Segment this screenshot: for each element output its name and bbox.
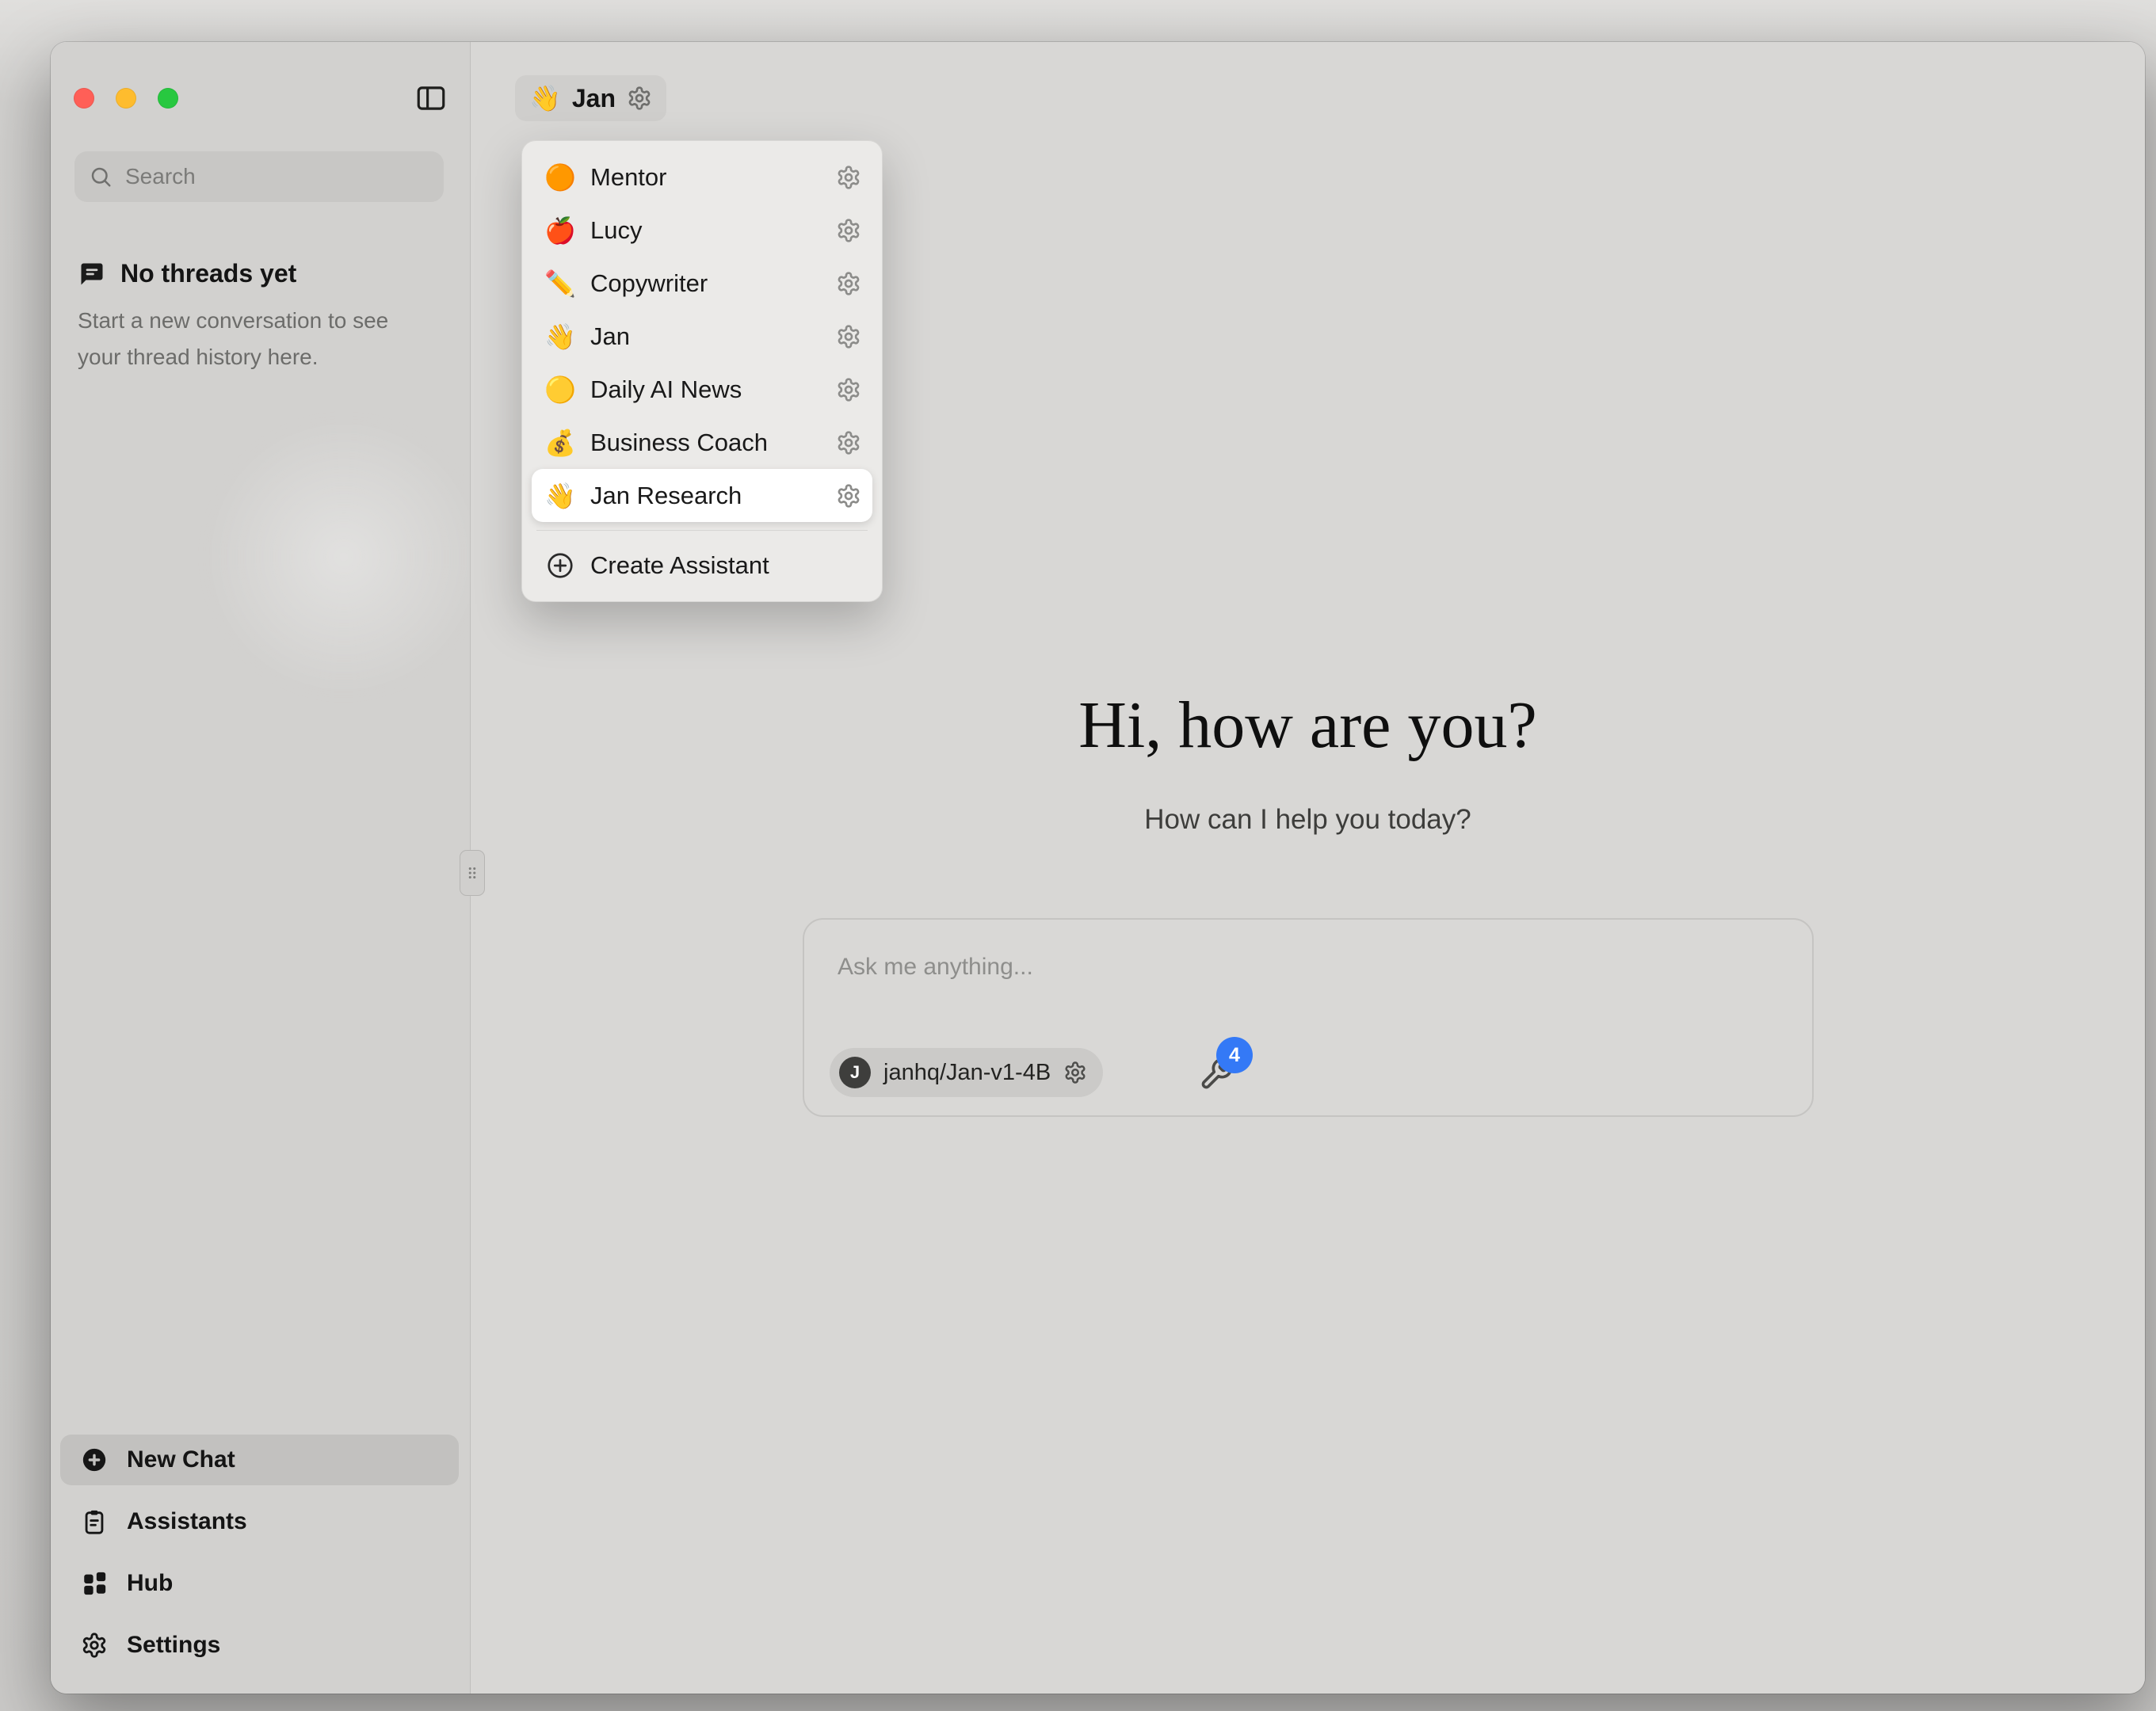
hub-grid-icon bbox=[81, 1570, 108, 1597]
menu-divider bbox=[536, 530, 868, 531]
menu-item-label: Jan bbox=[590, 322, 823, 351]
tools-count-badge: 4 bbox=[1216, 1037, 1253, 1073]
assistant-emoji: 👋 bbox=[543, 483, 578, 509]
menu-item-label: Copywriter bbox=[590, 269, 823, 298]
assistant-dropdown-menu: 🟠 Mentor 🍎 Lucy ✏️ Copywriter 👋 Jan bbox=[521, 140, 883, 602]
sidebar-bottom-nav: New Chat Assistants Hub Settings bbox=[60, 1435, 459, 1671]
desktop-background: No threads yet Start a new conversation … bbox=[0, 0, 2156, 1711]
sidebar: No threads yet Start a new conversation … bbox=[51, 42, 471, 1694]
chat-composer: J janhq/Jan-v1-4B 4 bbox=[803, 918, 1814, 1117]
sidebar-toggle-icon[interactable] bbox=[414, 82, 448, 115]
assistant-emoji: 🟡 bbox=[543, 377, 578, 402]
menu-item-mentor[interactable]: 🟠 Mentor bbox=[532, 151, 872, 204]
chat-input[interactable] bbox=[836, 953, 1750, 981]
nav-label: Hub bbox=[127, 1570, 173, 1597]
assistant-selector[interactable]: 👋 Jan bbox=[515, 75, 666, 121]
menu-item-label: Lucy bbox=[590, 216, 823, 245]
window-controls bbox=[74, 88, 178, 109]
greeting-subtitle: How can I help you today? bbox=[471, 804, 2145, 836]
menu-item-jan[interactable]: 👋 Jan bbox=[532, 310, 872, 363]
gear-icon[interactable] bbox=[627, 86, 652, 111]
plus-circle-icon bbox=[546, 551, 574, 580]
sidebar-glow-decoration bbox=[201, 414, 487, 699]
gear-icon[interactable] bbox=[836, 430, 861, 455]
gear-icon bbox=[81, 1632, 108, 1659]
assistant-emoji: 👋 bbox=[543, 324, 578, 349]
assistants-icon bbox=[81, 1508, 108, 1535]
plus-circle-icon bbox=[81, 1446, 108, 1473]
sidebar-resize-handle[interactable] bbox=[460, 850, 485, 896]
menu-item-label: Business Coach bbox=[590, 429, 823, 457]
message-bubble-icon bbox=[78, 260, 106, 288]
gear-icon[interactable] bbox=[836, 271, 861, 296]
nav-label: Settings bbox=[127, 1632, 220, 1659]
empty-state-title: No threads yet bbox=[120, 259, 296, 288]
gear-icon[interactable] bbox=[1063, 1061, 1087, 1084]
menu-item-label: Jan Research bbox=[590, 482, 823, 510]
empty-state-description: Start a new conversation to see your thr… bbox=[78, 303, 426, 375]
gear-icon[interactable] bbox=[836, 218, 861, 243]
assistant-emoji: 🟠 bbox=[543, 165, 578, 190]
gear-icon[interactable] bbox=[836, 324, 861, 349]
search-bar[interactable] bbox=[74, 151, 444, 202]
search-input[interactable] bbox=[124, 163, 429, 190]
search-icon bbox=[89, 165, 113, 189]
menu-item-label: Create Assistant bbox=[590, 551, 861, 580]
sidebar-item-new-chat[interactable]: New Chat bbox=[60, 1435, 459, 1485]
sidebar-item-hub[interactable]: Hub bbox=[60, 1558, 459, 1609]
gear-icon[interactable] bbox=[836, 483, 861, 509]
menu-item-label: Mentor bbox=[590, 163, 823, 192]
menu-item-daily-ai-news[interactable]: 🟡 Daily AI News bbox=[532, 363, 872, 416]
menu-item-lucy[interactable]: 🍎 Lucy bbox=[532, 204, 872, 257]
minimize-window-button[interactable] bbox=[116, 88, 136, 109]
nav-label: Assistants bbox=[127, 1508, 247, 1535]
assistant-emoji: 👋 bbox=[529, 86, 561, 111]
gear-icon[interactable] bbox=[836, 165, 861, 190]
gear-icon[interactable] bbox=[836, 377, 861, 402]
nav-label: New Chat bbox=[127, 1446, 235, 1473]
assistant-emoji: 🍎 bbox=[543, 218, 578, 243]
sidebar-item-settings[interactable]: Settings bbox=[60, 1620, 459, 1671]
assistant-emoji: 💰 bbox=[543, 430, 578, 455]
model-name: janhq/Jan-v1-4B bbox=[883, 1060, 1051, 1086]
model-provider-badge: J bbox=[839, 1057, 871, 1088]
main-area: 👋 Jan 🟠 Mentor 🍎 Lucy ✏️ Copywriter bbox=[471, 42, 2145, 1694]
zoom-window-button[interactable] bbox=[158, 88, 178, 109]
menu-item-label: Daily AI News bbox=[590, 375, 823, 404]
menu-item-create-assistant[interactable]: Create Assistant bbox=[532, 539, 872, 592]
app-window: No threads yet Start a new conversation … bbox=[51, 42, 2145, 1694]
threads-empty-state: No threads yet Start a new conversation … bbox=[78, 259, 447, 375]
menu-item-copywriter[interactable]: ✏️ Copywriter bbox=[532, 257, 872, 310]
model-selector[interactable]: J janhq/Jan-v1-4B bbox=[830, 1048, 1103, 1097]
close-window-button[interactable] bbox=[74, 88, 94, 109]
menu-item-business-coach[interactable]: 💰 Business Coach bbox=[532, 416, 872, 469]
menu-item-jan-research[interactable]: 👋 Jan Research bbox=[532, 469, 872, 522]
greeting-heading: Hi, how are you? bbox=[471, 687, 2145, 764]
grip-dots-icon bbox=[464, 859, 481, 886]
assistant-emoji: ✏️ bbox=[543, 271, 578, 296]
assistant-name: Jan bbox=[572, 84, 616, 113]
sidebar-item-assistants[interactable]: Assistants bbox=[60, 1496, 459, 1547]
